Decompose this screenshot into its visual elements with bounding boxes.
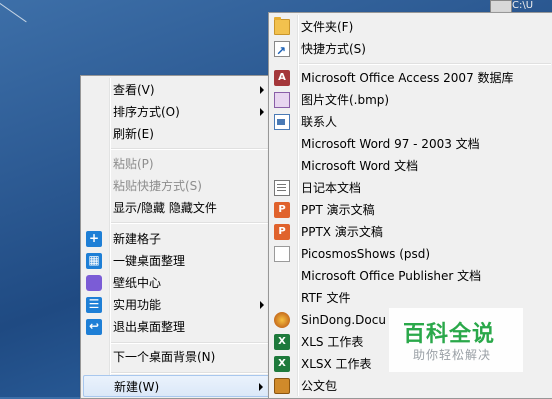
menu-item-label: Microsoft Word 97 - 2003 文档: [301, 137, 480, 151]
watermark-subtitle: 助你轻松解决: [413, 348, 492, 362]
new-contact-item[interactable]: 联系人: [271, 111, 551, 133]
menu-item-label: 刷新(E): [113, 127, 154, 141]
menu-item-label: XLS 工作表: [301, 335, 364, 349]
menu-item-label: 公文包: [301, 379, 338, 393]
submenu-arrow-icon: [260, 301, 264, 309]
menu-item-label: 退出桌面整理: [113, 320, 186, 334]
new-bitmap-item[interactable]: 图片文件(.bmp): [271, 89, 551, 111]
menu-item-label: PPT 演示文稿: [301, 203, 375, 217]
menu-item-label: 新建格子: [113, 232, 162, 246]
menu-item-paste-shortcut[interactable]: 粘贴快捷方式(S): [83, 175, 270, 197]
briefcase-icon: [274, 378, 290, 394]
xlsx-icon: X: [274, 356, 290, 372]
new-publisher-item[interactable]: Microsoft Office Publisher 文档: [271, 265, 551, 287]
new-pptx-item[interactable]: P PPTX 演示文稿: [271, 221, 551, 243]
list-icon: ☰: [86, 297, 102, 313]
desktop-light-streak: [0, 0, 27, 23]
menu-item-label: Microsoft Word 文档: [301, 159, 419, 173]
blank-document-icon: [274, 246, 290, 262]
bitmap-icon: [274, 92, 290, 108]
menu-item-label: 显示/隐藏 隐藏文件: [113, 201, 217, 215]
menu-item-label: 查看(V): [113, 83, 155, 97]
menu-item-utilities[interactable]: ☰ 实用功能: [83, 294, 270, 316]
menu-item-exit-organize[interactable]: ↩ 退出桌面整理: [83, 316, 270, 338]
exit-icon: ↩: [86, 319, 102, 335]
new-psd-item[interactable]: PicosmosShows (psd): [271, 243, 551, 265]
submenu-arrow-icon: [260, 86, 264, 94]
menu-item-label: 排序方式(O): [113, 105, 180, 119]
menu-item-next-background[interactable]: 下一个桌面背景(N): [83, 346, 270, 368]
shortcut-icon: [274, 40, 290, 62]
new-word97-item[interactable]: Microsoft Word 97 - 2003 文档: [271, 133, 551, 155]
new-journal-item[interactable]: 日记本文档: [271, 177, 551, 199]
menu-item-label: Microsoft Office Publisher 文档: [301, 269, 482, 283]
menu-separator: [111, 372, 270, 374]
plus-icon: +: [86, 231, 102, 247]
menu-item-label: 粘贴快捷方式(S): [113, 179, 202, 193]
menu-item-label: RTF 文件: [301, 291, 351, 305]
new-rtf-item[interactable]: RTF 文件: [271, 287, 551, 309]
menu-item-desktop-organize[interactable]: ▦ 一键桌面整理: [83, 250, 270, 272]
menu-separator: [111, 222, 270, 224]
menu-item-new[interactable]: 新建(W): [83, 375, 270, 397]
journal-icon: [274, 180, 290, 196]
new-word-document-item[interactable]: Microsoft Word 文档: [271, 155, 551, 177]
menu-item-label: 日记本文档: [301, 181, 362, 195]
menu-item-label: 壁纸中心: [113, 276, 162, 290]
menu-item-label: PPTX 演示文稿: [301, 225, 383, 239]
menu-item-wallpaper-center[interactable]: 壁纸中心: [83, 272, 270, 294]
menu-item-refresh[interactable]: 刷新(E): [83, 123, 270, 145]
menu-item-new-grid[interactable]: + 新建格子: [83, 228, 270, 250]
new-briefcase-item[interactable]: 公文包: [271, 375, 551, 397]
menu-item-label: 一键桌面整理: [113, 254, 186, 268]
pptx-icon: P: [274, 224, 290, 240]
watermark-logo: 百科全说 助你轻松解决: [389, 308, 523, 372]
access-icon: A: [274, 70, 290, 86]
menu-item-toggle-hidden-files[interactable]: 显示/隐藏 隐藏文件: [83, 197, 270, 219]
xls-icon: X: [274, 334, 290, 350]
submenu-arrow-icon: [260, 108, 264, 116]
menu-separator: [111, 342, 270, 344]
folder-icon: [274, 17, 290, 35]
desktop-context-menu: 查看(V) 排序方式(O) 刷新(E) 粘贴(P) 粘贴快捷方式(S) 显示/隐…: [80, 75, 273, 399]
watermark-title: 百科全说: [403, 322, 496, 347]
submenu-arrow-icon: [259, 383, 263, 391]
menu-item-label: 快捷方式(S): [301, 42, 366, 56]
menu-item-view[interactable]: 查看(V): [83, 79, 270, 101]
menu-item-sort-by[interactable]: 排序方式(O): [83, 101, 270, 123]
menu-item-label: SinDong.Docu: [301, 313, 386, 327]
new-access-database-item[interactable]: A Microsoft Office Access 2007 数据库: [271, 67, 551, 89]
menu-separator: [299, 63, 551, 65]
menu-separator: [111, 148, 270, 150]
menu-item-label: Microsoft Office Access 2007 数据库: [301, 71, 514, 85]
desktop-path-text: C:\U: [512, 0, 534, 11]
menu-item-label: 联系人: [301, 115, 338, 129]
contact-icon: [274, 114, 290, 130]
menu-item-label: 实用功能: [113, 298, 162, 312]
menu-item-label: 粘贴(P): [113, 157, 154, 171]
menu-item-label: 图片文件(.bmp): [301, 93, 390, 107]
ppt-icon: P: [274, 202, 290, 218]
menu-item-label: 文件夹(F): [301, 20, 354, 34]
new-ppt-item[interactable]: P PPT 演示文稿: [271, 199, 551, 221]
new-folder-item[interactable]: 文件夹(F): [271, 16, 551, 38]
menu-item-paste[interactable]: 粘贴(P): [83, 153, 270, 175]
sindong-icon: [274, 312, 290, 328]
layout-icon: ▦: [86, 253, 102, 269]
cube-icon: [86, 275, 102, 291]
new-shortcut-item[interactable]: 快捷方式(S): [271, 38, 551, 62]
menu-item-label: PicosmosShows (psd): [301, 247, 431, 261]
menu-item-label: XLSX 工作表: [301, 357, 372, 371]
menu-item-label: 新建(W): [114, 380, 160, 394]
menu-item-label: 下一个桌面背景(N): [113, 350, 216, 364]
